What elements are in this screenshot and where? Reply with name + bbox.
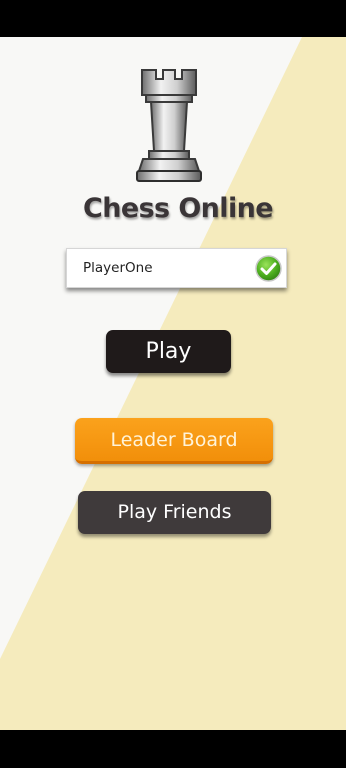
- navigation-bar: [0, 730, 346, 768]
- main-screen: Chess Online PlayerOne Play Leader Board…: [0, 37, 346, 730]
- rook-icon: [136, 69, 202, 182]
- status-bar: [0, 0, 346, 37]
- play-friends-button[interactable]: Play Friends: [78, 491, 271, 534]
- check-icon: [255, 255, 282, 282]
- player-name-field[interactable]: PlayerOne: [66, 248, 287, 288]
- app-title: Chess Online: [83, 193, 274, 224]
- player-name-value[interactable]: PlayerOne: [83, 260, 153, 276]
- leaderboard-button[interactable]: Leader Board: [75, 418, 273, 464]
- play-button[interactable]: Play: [106, 330, 231, 373]
